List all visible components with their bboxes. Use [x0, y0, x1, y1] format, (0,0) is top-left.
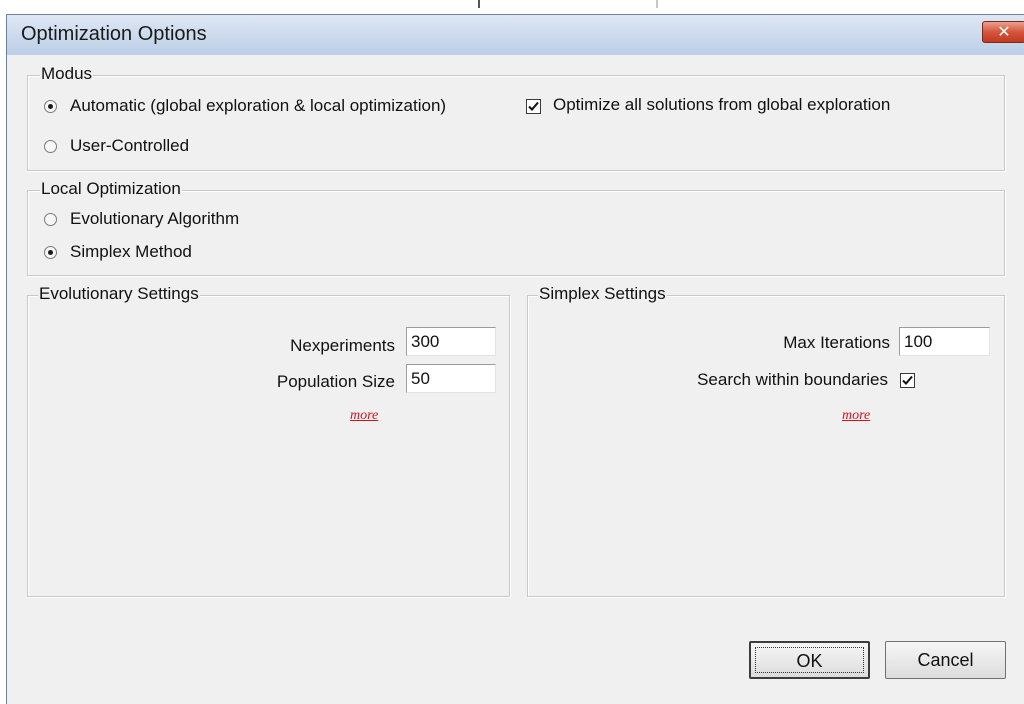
- search-within-boundaries-label: Search within boundaries: [697, 370, 888, 389]
- evolutionary-more-link[interactable]: more: [350, 408, 378, 424]
- local-optimization-legend: Local Optimization: [40, 179, 182, 199]
- checkmark-icon: [528, 101, 539, 111]
- radio-simplex-method-label: Simplex Method: [70, 242, 192, 261]
- optimization-options-dialog: Optimization Options ✕ Modus Automatic (…: [6, 14, 1024, 704]
- radio-automatic[interactable]: [44, 100, 57, 113]
- background-mark: [656, 0, 658, 8]
- modus-legend: Modus: [40, 64, 94, 84]
- nexperiments-label: Nexperiments: [290, 336, 395, 355]
- evolutionary-settings-legend: Evolutionary Settings: [38, 284, 200, 304]
- max-iterations-input[interactable]: [899, 327, 990, 356]
- radio-user-controlled[interactable]: [44, 140, 57, 153]
- close-button[interactable]: ✕: [982, 21, 1024, 43]
- radio-user-controlled-label: User-Controlled: [70, 136, 190, 155]
- background-window-edge: [0, 0, 1024, 14]
- population-size-label: Population Size: [276, 372, 395, 391]
- search-within-boundaries-checkbox[interactable]: [900, 373, 915, 388]
- nexperiments-input[interactable]: [406, 327, 496, 356]
- optimize-all-checkbox[interactable]: [526, 99, 541, 114]
- radio-simplex-method[interactable]: [44, 246, 57, 259]
- ok-button[interactable]: OK: [749, 641, 870, 679]
- max-iterations-label: Max Iterations: [783, 333, 890, 352]
- radio-evolutionary-algorithm[interactable]: [44, 213, 57, 226]
- dialog-title: Optimization Options: [21, 23, 207, 45]
- close-icon: ✕: [997, 24, 1011, 41]
- local-optimization-group: Local Optimization Evolutionary Algorith…: [27, 179, 1005, 276]
- dialog-client-area: Modus Automatic (global exploration & lo…: [7, 55, 1024, 704]
- simplex-settings-group: Simplex Settings Max Iterations Search w…: [527, 284, 1005, 597]
- evolutionary-settings-group: Evolutionary Settings Nexperiments Popul…: [27, 284, 510, 597]
- radio-evolutionary-algorithm-label: Evolutionary Algorithm: [70, 209, 240, 228]
- optimize-all-label: Optimize all solutions from global explo…: [553, 95, 891, 114]
- checkmark-icon: [902, 375, 913, 385]
- simplex-settings-legend: Simplex Settings: [538, 284, 667, 304]
- cancel-button[interactable]: Cancel: [885, 641, 1006, 679]
- radio-automatic-label: Automatic (global exploration & local op…: [70, 96, 447, 115]
- title-bar[interactable]: Optimization Options ✕: [7, 15, 1024, 55]
- modus-group: Modus Automatic (global exploration & lo…: [27, 64, 1005, 171]
- background-mark: [478, 0, 480, 8]
- simplex-more-link[interactable]: more: [842, 408, 870, 424]
- population-size-input[interactable]: [406, 364, 496, 393]
